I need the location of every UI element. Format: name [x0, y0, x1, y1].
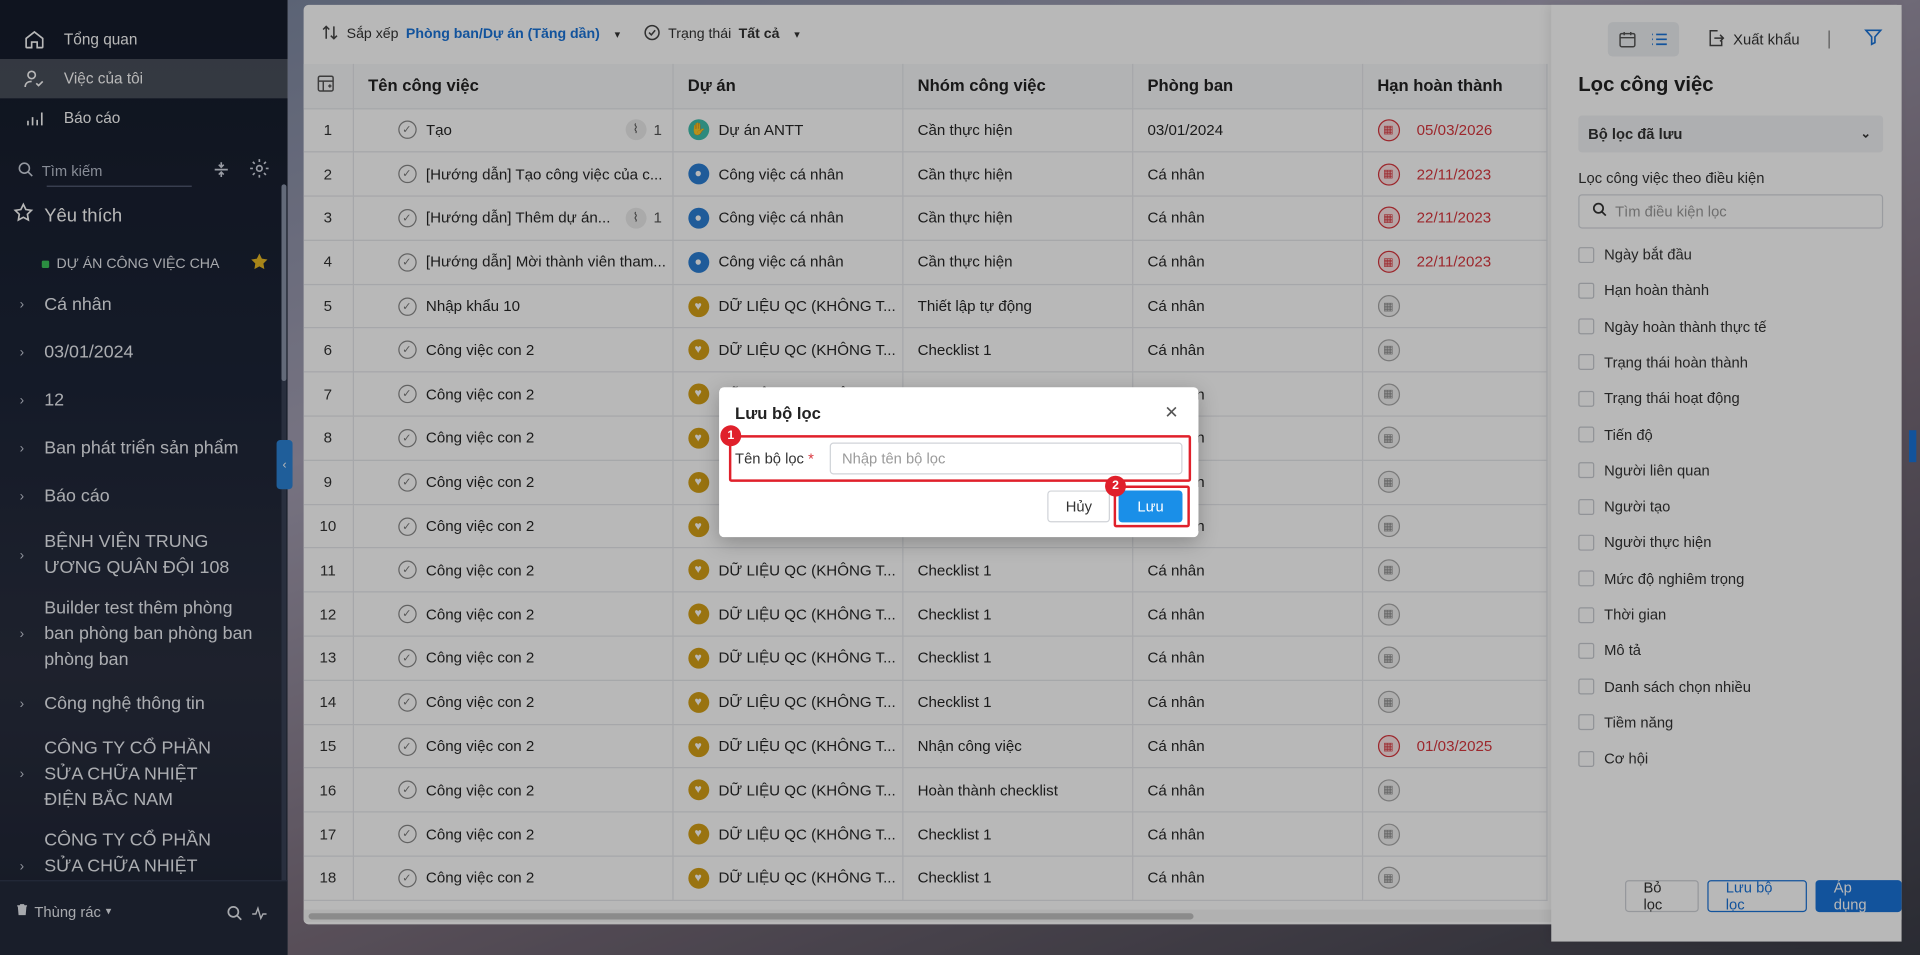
- step-badge: 2: [1105, 475, 1126, 497]
- close-icon[interactable]: ✕: [1164, 402, 1178, 423]
- cancel-button[interactable]: Hủy: [1047, 490, 1111, 523]
- highlight-box-save: [1113, 485, 1190, 528]
- step-badge: 1: [720, 425, 742, 447]
- dialog-title: Lưu bộ lọc: [735, 404, 821, 423]
- highlight-box-input: [728, 435, 1192, 482]
